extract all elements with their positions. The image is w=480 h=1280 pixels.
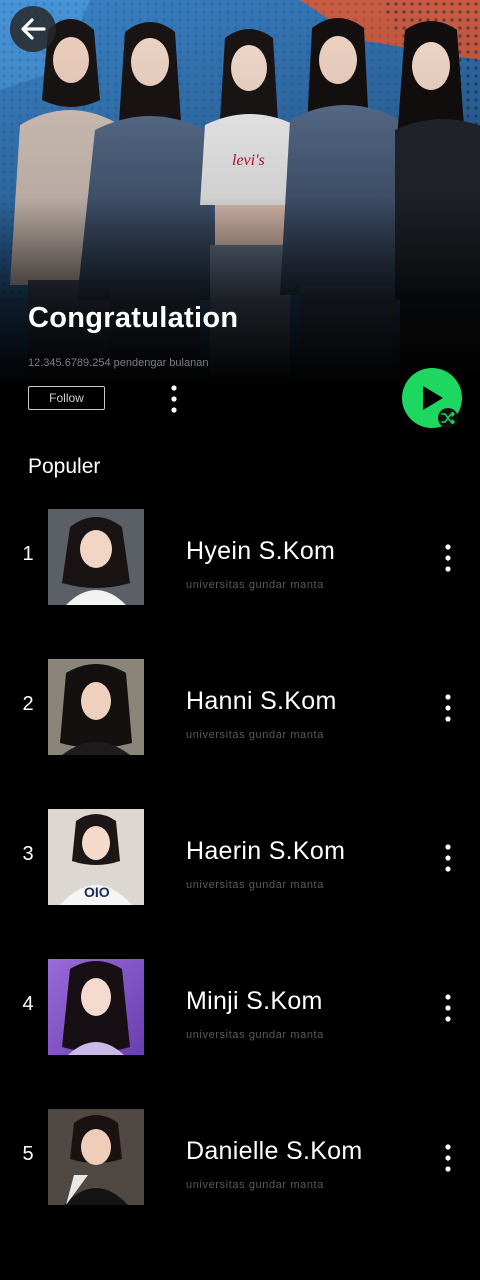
track-more-button[interactable]: [436, 991, 460, 1025]
artist-more-button[interactable]: [162, 382, 186, 416]
artist-title: Congratulation: [28, 302, 239, 334]
more-vertical-icon: [445, 694, 451, 722]
popular-track-list: 1 Hyein S.Kom universitas gundar manta 2: [0, 505, 480, 1255]
track-rank: 3: [22, 843, 34, 865]
track-row[interactable]: 5 Danielle S.Kom universitas gundar mant…: [0, 1105, 480, 1255]
track-subtitle: universitas gundar manta: [186, 879, 324, 891]
arrow-left-icon: [21, 18, 46, 40]
monthly-listeners: 12.345.6789.254 pendengar bulanan: [28, 357, 209, 369]
track-name: Hanni S.Kom: [186, 687, 337, 715]
track-subtitle: universitas gundar manta: [186, 1179, 324, 1191]
track-thumbnail: OIO: [48, 809, 144, 905]
play-icon: [423, 386, 443, 410]
track-name: Haerin S.Kom: [186, 837, 346, 865]
track-thumbnail: [48, 1109, 144, 1205]
track-name: Minji S.Kom: [186, 987, 323, 1015]
track-name: Hyein S.Kom: [186, 537, 336, 565]
back-button[interactable]: [10, 6, 56, 52]
track-row[interactable]: 4 Minji S.Kom universitas gundar manta: [0, 955, 480, 1105]
track-row[interactable]: 3 OIO Haerin S.Kom universitas gundar ma…: [0, 805, 480, 955]
track-thumbnail: [48, 659, 144, 755]
track-rank: 1: [22, 543, 34, 565]
follow-button[interactable]: Follow: [28, 386, 105, 410]
track-name: Danielle S.Kom: [186, 1137, 363, 1165]
track-thumbnail: [48, 959, 144, 1055]
svg-text:OIO: OIO: [84, 884, 110, 900]
more-vertical-icon: [171, 385, 177, 413]
track-more-button[interactable]: [436, 1141, 460, 1175]
more-vertical-icon: [445, 844, 451, 872]
track-more-button[interactable]: [436, 541, 460, 575]
more-vertical-icon: [445, 544, 451, 572]
more-vertical-icon: [445, 994, 451, 1022]
shuffle-icon: [441, 412, 455, 424]
track-subtitle: universitas gundar manta: [186, 579, 324, 591]
track-thumbnail: [48, 509, 144, 605]
track-more-button[interactable]: [436, 691, 460, 725]
shuffle-button[interactable]: [438, 408, 458, 428]
track-subtitle: universitas gundar manta: [186, 1029, 324, 1041]
artist-header: levi's Congratulation 12.345.6789.254 pe…: [0, 0, 480, 440]
track-rank: 4: [22, 993, 34, 1015]
track-row[interactable]: 2 Hanni S.Kom universitas gundar manta: [0, 655, 480, 805]
track-rank: 5: [22, 1143, 34, 1165]
track-row[interactable]: 1 Hyein S.Kom universitas gundar manta: [0, 505, 480, 655]
track-subtitle: universitas gundar manta: [186, 729, 324, 741]
track-rank: 2: [22, 693, 34, 715]
popular-section-title: Populer: [28, 455, 101, 478]
track-more-button[interactable]: [436, 841, 460, 875]
header-gradient-overlay: [0, 0, 480, 440]
more-vertical-icon: [445, 1144, 451, 1172]
